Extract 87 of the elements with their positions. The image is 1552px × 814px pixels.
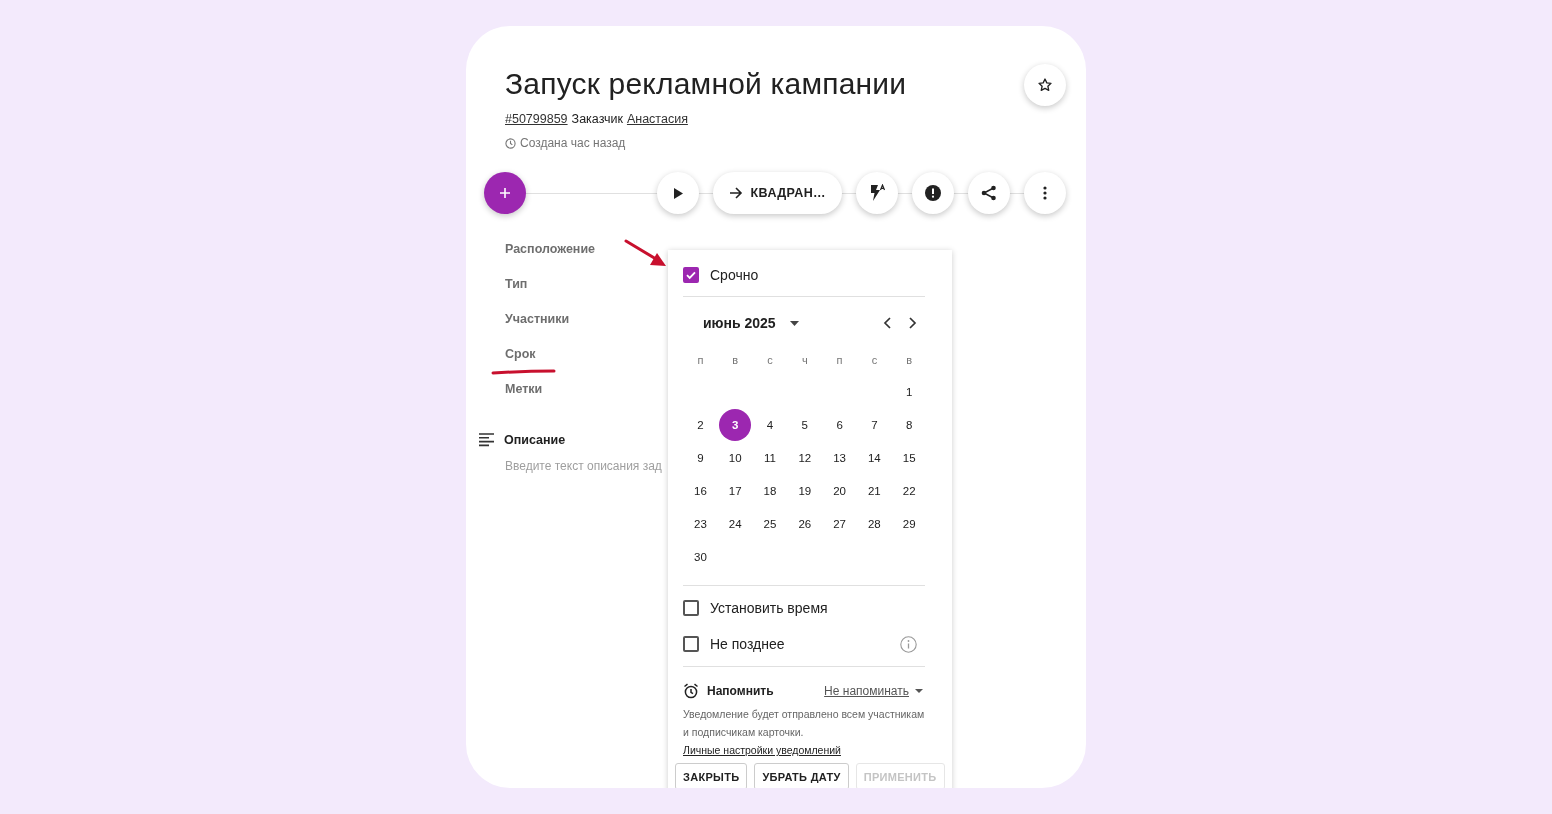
calendar-day[interactable]: 18 (754, 474, 786, 507)
auto-flash-button[interactable] (856, 172, 898, 214)
created-time: Создана час назад (520, 136, 626, 150)
star-icon (1037, 77, 1053, 93)
reminder-dropdown[interactable]: Не напоминать (824, 684, 923, 698)
calendar-day[interactable]: 22 (893, 474, 926, 507)
weekday-label: с (766, 353, 774, 368)
field-label: Расположение (505, 241, 596, 258)
calendar-day[interactable]: 26 (788, 507, 821, 540)
weekday-label: с (870, 353, 879, 368)
urgent-label: Срочно (710, 267, 759, 283)
plus-icon (499, 187, 511, 199)
customer-link[interactable]: Анастасия (626, 112, 688, 126)
calendar-day[interactable]: 9 (684, 441, 717, 474)
notification-settings-link[interactable]: Личные настройки уведомлений (683, 744, 841, 756)
field-label: Метки (505, 381, 543, 398)
notice-text: Уведомление будет отправлено всем участникам и подписчикам карточки. Личные настройки уведомлений (683, 707, 925, 758)
checkbox[interactable] (683, 636, 699, 652)
weekday-label: ч (800, 353, 809, 368)
alarm-clock-icon (683, 683, 699, 699)
calendar-day[interactable]: 5 (788, 408, 821, 441)
calendar-day[interactable]: 15 (893, 441, 926, 474)
more-icon (1043, 186, 1047, 200)
play-button[interactable] (656, 172, 699, 214)
calendar-day[interactable]: 30 (684, 540, 717, 573)
task-number-link[interactable]: #50799859 (505, 112, 568, 126)
calendar-day[interactable]: 17 (719, 474, 752, 507)
exclamation-icon (925, 185, 941, 201)
chevron-left-icon (883, 317, 891, 329)
annotation-underline (491, 369, 556, 375)
checkbox[interactable] (683, 267, 699, 283)
calendar-day[interactable]: 14 (858, 441, 891, 474)
reminder-label: Напомнить (707, 684, 774, 698)
weekday-label: в (731, 353, 740, 368)
annotation-arrow (624, 239, 666, 266)
caret-icon (915, 689, 923, 693)
chevron-right-icon (909, 317, 917, 329)
calendar-day[interactable]: 28 (858, 507, 891, 540)
favorite-button[interactable] (1024, 64, 1066, 106)
dialog-button[interactable]: ЗАКРЫТЬ (675, 763, 748, 788)
text-lines-icon (479, 433, 494, 447)
month-selector[interactable]: июнь 2025 (703, 315, 799, 331)
arrow-right-icon (728, 187, 743, 199)
calendar-day[interactable]: 24 (719, 507, 752, 540)
calendar-day[interactable]: 7 (858, 408, 891, 441)
caret-icon (789, 320, 799, 326)
field-label: Тип (505, 276, 528, 293)
customer-label: Заказчик (571, 112, 623, 126)
calendar-day[interactable]: 19 (788, 474, 821, 507)
flash-icon (868, 184, 886, 202)
weekday-label: в (905, 353, 914, 368)
calendar-day[interactable]: 3 (719, 408, 752, 441)
checkbox[interactable] (683, 600, 699, 616)
calendar-day[interactable]: 23 (684, 507, 717, 540)
calendar-day[interactable]: 1 (893, 375, 926, 408)
calendar-day[interactable]: 4 (754, 408, 786, 441)
dialog-button[interactable]: УБРАТЬ ДАТУ (754, 763, 849, 788)
calendar-day[interactable]: 25 (754, 507, 786, 540)
alert-button[interactable] (912, 172, 954, 214)
calendar-day[interactable]: 20 (823, 474, 856, 507)
field-label: Срок (505, 346, 536, 363)
description-label: Описание (504, 433, 566, 447)
calendar-day[interactable]: 29 (893, 507, 926, 540)
calendar-day[interactable]: 13 (823, 441, 856, 474)
previous-month-button[interactable] (883, 317, 891, 329)
calendar-day[interactable]: 2 (684, 408, 717, 441)
option-label: Установить время (710, 600, 828, 616)
calendar-day[interactable]: 6 (823, 408, 856, 441)
calendar-day[interactable]: 10 (719, 441, 752, 474)
calendar-day[interactable]: 12 (788, 441, 821, 474)
weekday-label: п (835, 353, 844, 368)
calendar-day[interactable]: 8 (893, 408, 926, 441)
option-label: Не позднее (710, 636, 785, 652)
calendar-day[interactable]: 11 (754, 441, 786, 474)
field-label: Участники (505, 311, 570, 328)
weekday-label: п (696, 353, 705, 368)
share-button[interactable] (968, 172, 1010, 214)
calendar-day[interactable]: 16 (684, 474, 717, 507)
status-button[interactable]: КВАДРАН… (712, 172, 842, 214)
calendar-day[interactable]: 27 (823, 507, 856, 540)
add-button[interactable] (484, 172, 526, 214)
calendar-day[interactable]: 21 (858, 474, 891, 507)
next-month-button[interactable] (909, 317, 917, 329)
task-title: Запуск рекламной кампании (505, 66, 907, 102)
play-icon (672, 187, 683, 199)
clock-icon (505, 137, 516, 149)
share-icon (981, 185, 997, 201)
